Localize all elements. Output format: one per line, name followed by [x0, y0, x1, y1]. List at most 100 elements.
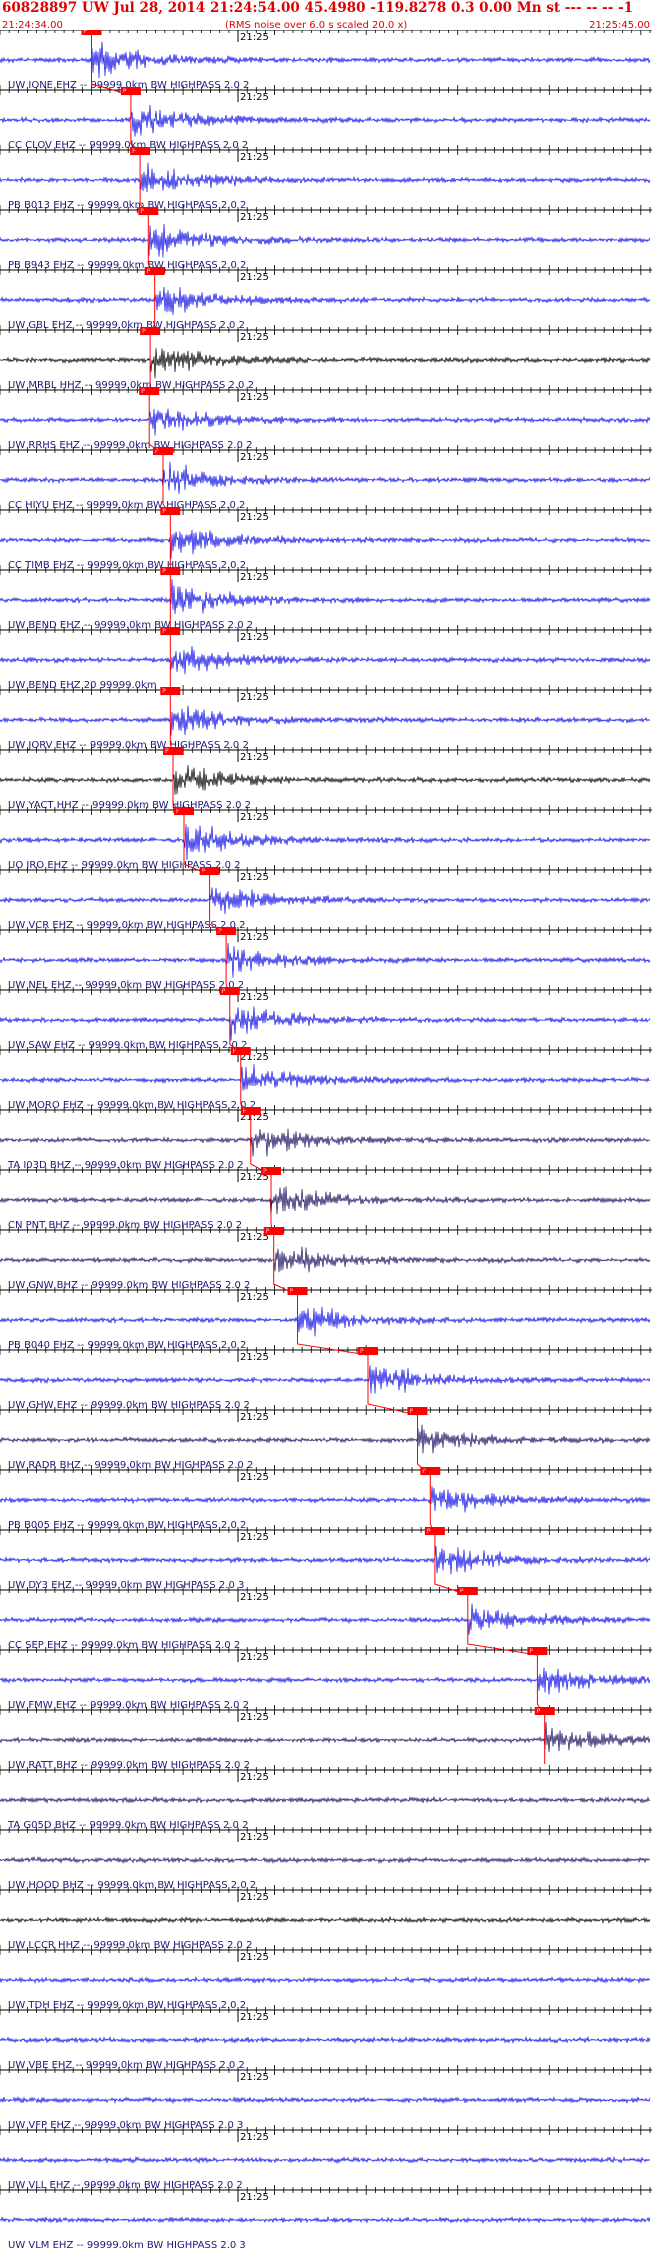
waveform-trace	[0, 162, 651, 193]
minute-tick-label: 21:25	[240, 332, 269, 343]
waveform-trace	[0, 461, 651, 494]
minute-tick-label: 21:25	[240, 992, 269, 1003]
channel-label: CC SEP EHZ -- 99999.0km BW HIGHPASS 2.0 …	[8, 1640, 240, 1651]
minute-tick-label: 21:25	[240, 752, 269, 763]
channel-label: UW VFP EHZ -- 99999.0km BW HIGHPASS 2.0 …	[8, 2120, 243, 2131]
channel-label: UW VLM EHZ -- 99999.0km BW HIGHPASS 2.0 …	[8, 2240, 246, 2251]
channel-label: UW GBL EHZ -- 99999.0km BW HIGHPASS 2.0 …	[8, 320, 245, 331]
waveform-trace	[0, 2095, 651, 2105]
minute-tick-label: 21:25	[240, 1952, 269, 1963]
waveform-trace	[0, 1603, 651, 1635]
waveform-trace	[0, 1915, 651, 1925]
waveform-trace	[0, 1667, 651, 1695]
pick-marker-label: P	[162, 628, 166, 635]
waveform-trace	[0, 824, 651, 861]
channel-label: UW NEL EHZ -- 99999.0km BW HIGHPASS 2.0 …	[8, 980, 244, 991]
channel-label: CN PNT BHZ -- 99999.0km BW HIGHPASS 2.0 …	[8, 1220, 242, 1231]
pick-marker-label: P	[222, 988, 226, 995]
minute-tick-label: 21:25	[240, 2132, 269, 2143]
waveform-trace	[0, 2215, 651, 2224]
minute-tick-label: 21:25	[240, 452, 269, 463]
channel-label: UW RATT BHZ -- 99999.0km BW HIGHPASS 2.0…	[8, 1760, 250, 1771]
minute-tick-label: 21:25	[240, 512, 269, 523]
waveform-trace	[0, 1246, 651, 1273]
pick-marker-label: P	[142, 328, 146, 335]
waveform-trace	[0, 1486, 651, 1513]
minute-tick-label: 21:25	[240, 572, 269, 583]
minute-tick-label: 21:25	[240, 1712, 269, 1723]
minute-tick-label: 21:25	[240, 632, 269, 643]
waveform-trace	[0, 765, 651, 795]
waveform-trace	[0, 1795, 651, 1805]
minute-tick-label: 21:25	[240, 2192, 269, 2203]
minute-tick-label: 21:25	[240, 392, 269, 403]
pick-marker-label: P	[266, 1228, 270, 1235]
pick-marker-label: P	[84, 30, 88, 35]
minute-tick-label: 21:25	[240, 1652, 269, 1663]
channel-label: UW RADR BHZ -- 99999.0km BW HIGHPASS 2.0…	[8, 1460, 253, 1471]
minute-tick-label: 21:25	[240, 1772, 269, 1783]
minute-tick-label: 21:25	[240, 212, 269, 223]
pick-marker-label: P	[162, 568, 166, 575]
channel-label: UW GHW EHZ -- 99999.0km BW HIGHPASS 2.0 …	[8, 1400, 250, 1411]
waveform-trace	[0, 1855, 651, 1864]
minute-tick-label: 21:25	[240, 1352, 269, 1363]
pick-marker-label: P	[162, 508, 166, 515]
channel-label: UW LCCR HHZ -- 99999.0km BW HIGHPASS 2.0…	[8, 1940, 252, 1951]
minute-tick-label: 21:25	[240, 1472, 269, 1483]
pick-marker-label: P	[427, 1528, 431, 1535]
waveform-trace	[0, 529, 651, 559]
channel-label: CC HIYU EHZ -- 99999.0km BW HIGHPASS 2.0…	[8, 500, 245, 511]
waveform-trace	[0, 705, 651, 736]
channel-label: UW VBE EHZ -- 99999.0km BW HIGHPASS 2.0 …	[8, 2060, 245, 2071]
event-title: 60828897 UW Jul 28, 2014 21:24:54.00 45.…	[2, 0, 634, 16]
waveform-trace	[0, 1186, 651, 1217]
minute-tick-label: 21:25	[240, 1532, 269, 1543]
waveform-trace	[0, 1365, 651, 1394]
channel-label: UW GNW BHZ -- 99999.0km BW HIGHPASS 2.0 …	[8, 1280, 250, 1291]
waveform-trace	[0, 286, 651, 316]
channel-label: UW VLL EHZ -- 99999.0km BW HIGHPASS 2.0 …	[8, 2180, 243, 2191]
minute-tick-label: 21:25	[240, 92, 269, 103]
minute-tick-label: 21:25	[240, 1832, 269, 1843]
pick-marker-label: P	[162, 688, 166, 695]
waveform-trace	[0, 104, 651, 137]
channel-label: UW BEND EHZ -- 99999.0km BW HIGHPASS 2.0…	[8, 620, 253, 631]
minute-tick-label: 21:25	[240, 692, 269, 703]
minute-tick-label: 21:25	[240, 152, 269, 163]
channel-label: UW HOOD BHZ -- 99999.0km BW HIGHPASS 2.0…	[8, 1880, 256, 1891]
waveform-trace	[0, 41, 651, 79]
channel-label: UW DY3 EHZ -- 99999.0km BW HIGHPASS 2.0 …	[8, 1580, 244, 1591]
waveform-trace	[0, 223, 651, 258]
waveform-trace	[0, 1128, 651, 1157]
minute-tick-label: 21:25	[240, 1892, 269, 1903]
waveform-trace	[0, 2155, 651, 2165]
pick-marker-label: P	[147, 268, 151, 275]
channel-label: UW SAW EHZ -- 99999.0km BW HIGHPASS 2.0 …	[8, 1040, 247, 1051]
minute-tick-label: 21:25	[240, 932, 269, 943]
minute-tick-label: 21:25	[240, 812, 269, 823]
waveform-trace	[0, 348, 651, 379]
waveform-trace	[0, 579, 651, 615]
waveform-trace	[0, 1721, 651, 1753]
seismogram-plot: 21:25UW IONE EHZ -- 99999.0km BW HIGHPAS…	[0, 30, 652, 2251]
waveform-trace	[0, 1006, 651, 1041]
channel-label: UW MRBL HHZ -- 99999.0km BW HIGHPASS 2.0…	[8, 380, 254, 391]
waveform-trace	[0, 408, 651, 436]
channel-label: UW RRHS EHZ -- 99999.0km BW HIGHPASS 2.0…	[8, 440, 253, 451]
minute-tick-label: 21:25	[240, 2012, 269, 2023]
waveform-trace	[0, 645, 651, 675]
pick-marker-label: P	[165, 748, 169, 755]
waveform-trace	[0, 1306, 651, 1337]
waveform-trace	[0, 1064, 651, 1091]
waveform-trace	[0, 1975, 651, 1984]
minute-tick-label: 21:25	[240, 272, 269, 283]
waveform-trace	[0, 1424, 651, 1454]
waveform-trace	[0, 887, 651, 915]
channel-label: TA I03D BHZ -- 99999.0km BW HIGHPASS 2.0…	[7, 1160, 244, 1171]
channel-label: UW MORO EHZ -- 99999.0km BW HIGHPASS 2.0…	[8, 1100, 256, 1111]
pick-marker-label: P	[537, 1708, 541, 1715]
channel-label: TA G05D BHZ -- 99999.0km BW HIGHPASS 2.0…	[7, 1820, 248, 1831]
minute-tick-label: 21:25	[240, 1412, 269, 1423]
waveform-trace	[0, 1545, 651, 1575]
